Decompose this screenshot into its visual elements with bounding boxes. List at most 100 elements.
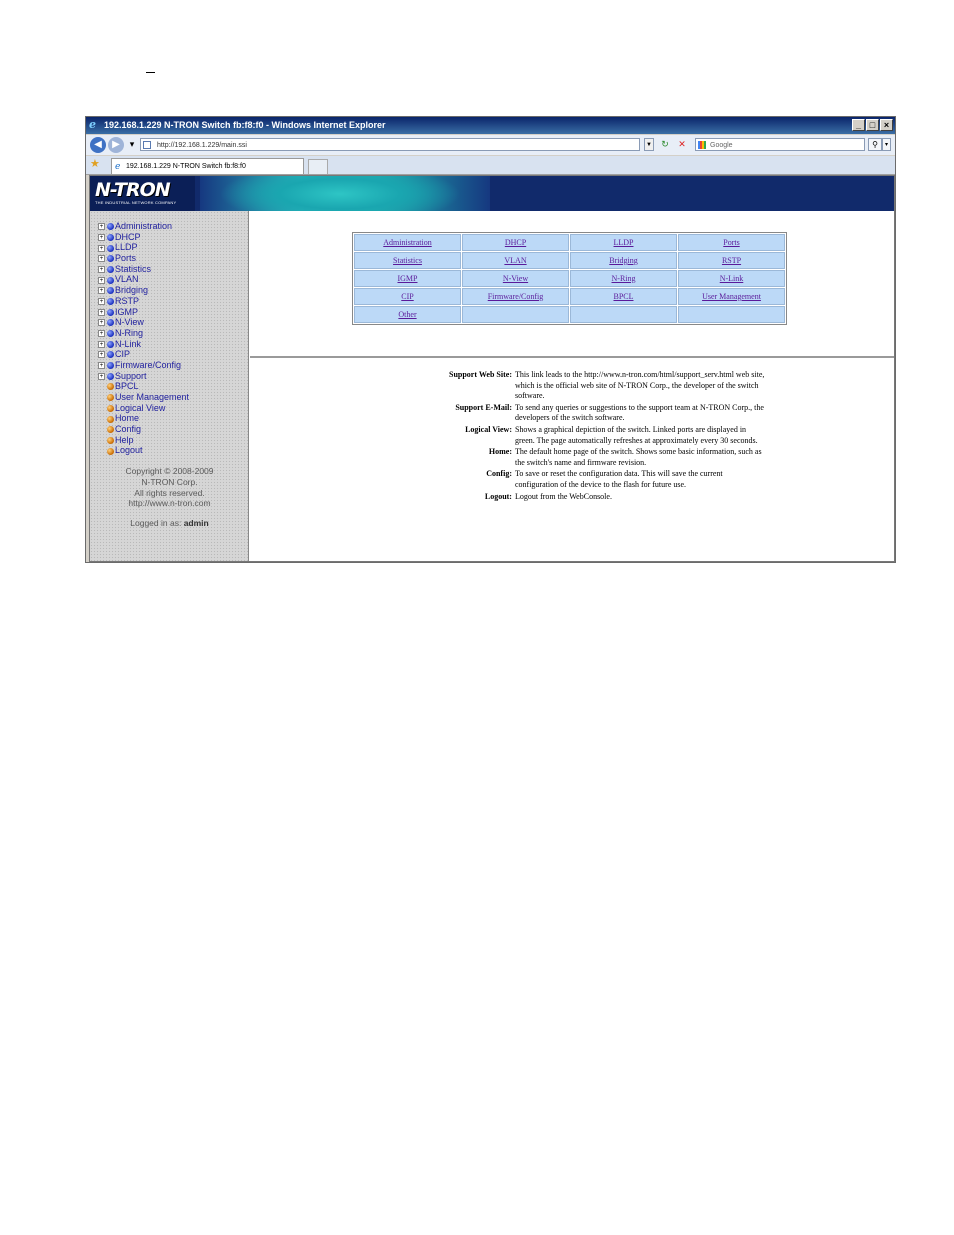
- menu-link-bridging[interactable]: Bridging: [609, 256, 637, 265]
- nav-item-rstp[interactable]: + RSTP: [98, 296, 189, 307]
- expand-icon[interactable]: +: [98, 265, 105, 273]
- expand-icon[interactable]: +: [98, 308, 105, 316]
- blue-bullet-icon: [107, 297, 114, 305]
- menu-link-igmp[interactable]: IGMP: [397, 274, 417, 283]
- blue-bullet-icon: [107, 233, 114, 241]
- maximize-button[interactable]: □: [866, 119, 879, 131]
- nav-item-n-view[interactable]: + N-View: [98, 317, 189, 328]
- stop-icon[interactable]: ✕: [676, 138, 688, 151]
- nav-item-label[interactable]: Support: [115, 371, 147, 381]
- forward-button[interactable]: ▶: [108, 137, 124, 153]
- nav-item-label[interactable]: CIP: [115, 349, 130, 359]
- nav-item-statistics[interactable]: + Statistics: [98, 264, 189, 275]
- expand-icon[interactable]: +: [98, 351, 105, 359]
- expand-icon[interactable]: +: [98, 244, 105, 252]
- menu-link-bpcl[interactable]: BPCL: [613, 292, 633, 301]
- expand-icon[interactable]: +: [98, 319, 105, 327]
- menu-link-administration[interactable]: Administration: [383, 238, 431, 247]
- menu-link-cip[interactable]: CIP: [401, 292, 413, 301]
- nav-item-n-link[interactable]: + N-Link: [98, 339, 189, 350]
- expand-icon[interactable]: +: [98, 223, 105, 231]
- menu-link-n-view[interactable]: N-View: [503, 274, 528, 283]
- nav-item-label[interactable]: Firmware/Config: [115, 360, 181, 370]
- orange-bullet-icon: [107, 436, 114, 444]
- menu-link-n-ring[interactable]: N-Ring: [612, 274, 636, 283]
- search-input[interactable]: Google: [695, 138, 865, 151]
- nav-item-dhcp[interactable]: + DHCP: [98, 232, 189, 243]
- expand-icon[interactable]: +: [98, 233, 105, 241]
- nav-item-firmware-config[interactable]: + Firmware/Config: [98, 360, 189, 371]
- nav-item-support[interactable]: + Support: [98, 371, 189, 382]
- nav-item-config[interactable]: Config: [98, 424, 189, 435]
- expand-icon[interactable]: +: [98, 340, 105, 348]
- menu-link-firmware-config[interactable]: Firmware/Config: [488, 292, 544, 301]
- nav-item-label[interactable]: RSTP: [115, 296, 139, 306]
- refresh-icon[interactable]: ↻: [659, 138, 671, 151]
- nav-item-label[interactable]: Home: [115, 413, 139, 423]
- nav-item-label[interactable]: DHCP: [115, 232, 141, 242]
- nav-item-label[interactable]: N-Ring: [115, 328, 143, 338]
- nav-item-igmp[interactable]: + IGMP: [98, 307, 189, 318]
- expand-icon[interactable]: +: [98, 276, 105, 284]
- nav-item-home[interactable]: Home: [98, 413, 189, 424]
- menu-link-dhcp[interactable]: DHCP: [505, 238, 526, 247]
- expand-icon[interactable]: +: [98, 372, 105, 380]
- menu-link-user-management[interactable]: User Management: [702, 292, 761, 301]
- nav-item-label[interactable]: Help: [115, 435, 134, 445]
- nav-item-logical-view[interactable]: Logical View: [98, 403, 189, 414]
- nav-item-label[interactable]: IGMP: [115, 307, 138, 317]
- nav-item-n-ring[interactable]: + N-Ring: [98, 328, 189, 339]
- nav-item-label[interactable]: Logout: [115, 445, 143, 455]
- menu-row: Other: [354, 306, 785, 323]
- minimize-button[interactable]: _: [852, 119, 865, 131]
- menu-link-statistics[interactable]: Statistics: [393, 256, 422, 265]
- nav-item-cip[interactable]: + CIP: [98, 349, 189, 360]
- expand-icon[interactable]: +: [98, 330, 105, 337]
- nav-item-label[interactable]: N-View: [115, 317, 144, 327]
- nav-item-label[interactable]: VLAN: [115, 274, 139, 284]
- search-options-button[interactable]: ▾: [882, 138, 891, 151]
- nav-item-ports[interactable]: + Ports: [98, 253, 189, 264]
- nav-item-label[interactable]: Administration: [115, 221, 172, 231]
- nav-item-label[interactable]: LLDP: [115, 242, 138, 252]
- blue-bullet-icon: [107, 265, 114, 273]
- nav-item-label[interactable]: N-Link: [115, 339, 141, 349]
- menu-link-vlan[interactable]: VLAN: [504, 256, 526, 265]
- menu-link-ports[interactable]: Ports: [723, 238, 739, 247]
- nav-item-label[interactable]: Ports: [115, 253, 136, 263]
- nav-item-bpcl[interactable]: BPCL: [98, 381, 189, 392]
- nav-item-label[interactable]: Logical View: [115, 403, 165, 413]
- history-dropdown-icon[interactable]: ▾: [126, 138, 138, 151]
- nav-item-user-management[interactable]: User Management: [98, 392, 189, 403]
- nav-item-logout[interactable]: Logout: [98, 445, 189, 456]
- new-tab-button[interactable]: [308, 159, 328, 174]
- nav-item-help[interactable]: Help: [98, 435, 189, 446]
- expand-icon[interactable]: +: [98, 362, 105, 370]
- search-button[interactable]: ⚲: [868, 138, 882, 151]
- login-status: Logged in as: admin: [90, 518, 249, 529]
- expand-icon[interactable]: +: [98, 255, 105, 263]
- help-row: Config: To save or reset the configuratio…: [449, 469, 765, 491]
- expand-icon[interactable]: +: [98, 287, 105, 295]
- nav-item-lldp[interactable]: + LLDP: [98, 242, 189, 253]
- menu-link-n-link[interactable]: N-Link: [720, 274, 744, 283]
- url-dropdown-button[interactable]: ▼: [644, 138, 654, 151]
- menu-link-rstp[interactable]: RSTP: [722, 256, 741, 265]
- menu-link-other[interactable]: Other: [398, 310, 416, 319]
- tab-active[interactable]: e 192.168.1.229 N-TRON Switch fb:f8:f0: [111, 158, 304, 174]
- back-button[interactable]: ◀: [90, 137, 106, 153]
- nav-item-administration[interactable]: + Administration: [98, 221, 189, 232]
- nav-item-label[interactable]: Bridging: [115, 285, 148, 295]
- url-input[interactable]: http://192.168.1.229/main.ssi: [140, 138, 640, 151]
- favorites-star-icon[interactable]: ★: [90, 158, 102, 170]
- nav-item-bridging[interactable]: + Bridging: [98, 285, 189, 296]
- nav-item-label[interactable]: Statistics: [115, 264, 151, 274]
- nav-item-label[interactable]: User Management: [115, 392, 189, 402]
- nav-item-label[interactable]: Config: [115, 424, 141, 434]
- close-window-button[interactable]: ×: [880, 119, 893, 131]
- menu-link-lldp[interactable]: LLDP: [614, 238, 634, 247]
- nav-item-vlan[interactable]: + VLAN: [98, 274, 189, 285]
- nav-item-label[interactable]: BPCL: [115, 381, 139, 391]
- menu-cell: Bridging: [570, 252, 677, 269]
- expand-icon[interactable]: +: [98, 297, 105, 305]
